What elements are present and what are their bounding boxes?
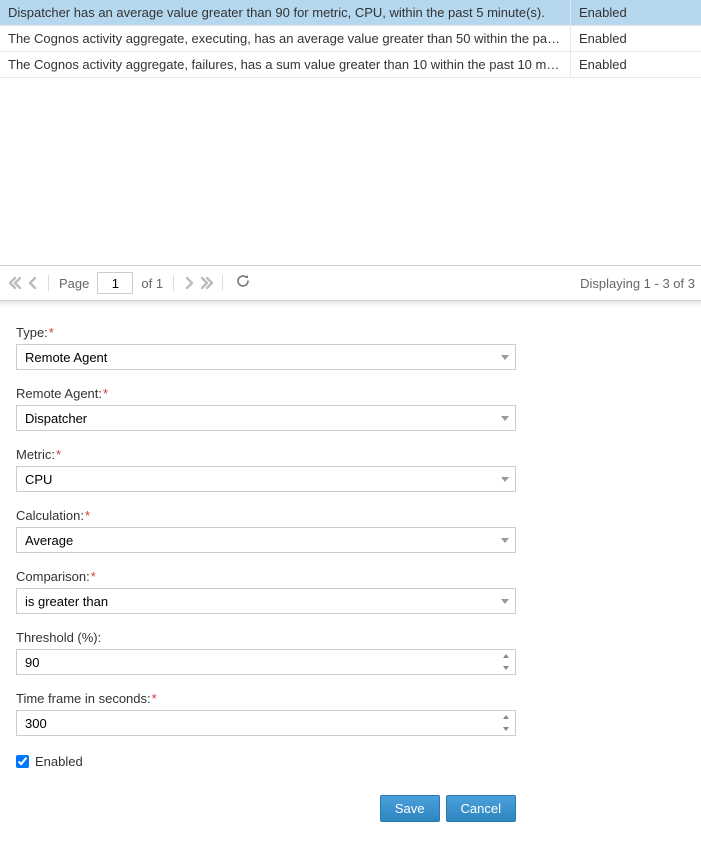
cancel-button[interactable]: Cancel — [446, 795, 516, 822]
rule-status: Enabled — [571, 26, 701, 51]
metric-input[interactable] — [17, 467, 495, 491]
rule-description: Dispatcher has an average value greater … — [0, 0, 571, 25]
comparison-combo[interactable] — [16, 588, 516, 614]
table-row[interactable]: Dispatcher has an average value greater … — [0, 0, 701, 26]
threshold-input[interactable] — [17, 650, 497, 674]
page-label: Page — [59, 276, 89, 291]
spinner-down-icon[interactable] — [497, 723, 515, 735]
type-input[interactable] — [17, 345, 495, 369]
rule-status: Enabled — [571, 52, 701, 77]
metric-label: Metric:* — [16, 447, 516, 462]
enabled-checkbox[interactable] — [16, 755, 29, 768]
spinner-up-icon[interactable] — [497, 711, 515, 723]
calculation-input[interactable] — [17, 528, 495, 552]
rule-description: The Cognos activity aggregate, executing… — [0, 26, 571, 51]
separator — [48, 275, 49, 291]
type-label: Type:* — [16, 325, 516, 340]
rule-description: The Cognos activity aggregate, failures,… — [0, 52, 571, 77]
dropdown-trigger-icon[interactable] — [495, 528, 515, 552]
threshold-spinner[interactable] — [16, 649, 516, 675]
rules-grid: Dispatcher has an average value greater … — [0, 0, 701, 265]
table-row[interactable]: The Cognos activity aggregate, failures,… — [0, 52, 701, 78]
enabled-checkbox-row: Enabled — [16, 754, 685, 769]
next-page-button[interactable] — [180, 271, 198, 295]
dropdown-trigger-icon[interactable] — [495, 345, 515, 369]
remote-agent-input[interactable] — [17, 406, 495, 430]
timeframe-spinner[interactable] — [16, 710, 516, 736]
rule-status: Enabled — [571, 0, 701, 25]
of-label: of 1 — [141, 276, 163, 291]
metric-combo[interactable] — [16, 466, 516, 492]
threshold-label: Threshold (%): — [16, 630, 516, 645]
pager-toolbar: Page of 1 Displaying 1 - 3 of 3 — [0, 265, 701, 301]
table-row[interactable]: The Cognos activity aggregate, executing… — [0, 26, 701, 52]
remote-agent-combo[interactable] — [16, 405, 516, 431]
dropdown-trigger-icon[interactable] — [495, 589, 515, 613]
comparison-label: Comparison:* — [16, 569, 516, 584]
display-info: Displaying 1 - 3 of 3 — [580, 276, 695, 291]
separator — [222, 275, 223, 291]
calculation-combo[interactable] — [16, 527, 516, 553]
refresh-button[interactable] — [229, 273, 257, 294]
page-input[interactable] — [97, 272, 133, 294]
timeframe-label: Time frame in seconds:* — [16, 691, 516, 706]
type-combo[interactable] — [16, 344, 516, 370]
button-bar: Save Cancel — [16, 795, 516, 822]
dropdown-trigger-icon[interactable] — [495, 467, 515, 491]
spinner-down-icon[interactable] — [497, 662, 515, 674]
save-button[interactable]: Save — [380, 795, 440, 822]
spinner-up-icon[interactable] — [497, 650, 515, 662]
grid-body: Dispatcher has an average value greater … — [0, 0, 701, 265]
dropdown-trigger-icon[interactable] — [495, 406, 515, 430]
comparison-input[interactable] — [17, 589, 495, 613]
enabled-label: Enabled — [35, 754, 83, 769]
prev-page-button[interactable] — [24, 271, 42, 295]
timeframe-input[interactable] — [17, 711, 497, 735]
last-page-button[interactable] — [198, 271, 216, 295]
remote-agent-label: Remote Agent:* — [16, 386, 516, 401]
separator — [173, 275, 174, 291]
first-page-button[interactable] — [6, 271, 24, 295]
form-area: Type:* Remote Agent:* Metric:* Calculati… — [0, 307, 701, 834]
calculation-label: Calculation:* — [16, 508, 516, 523]
